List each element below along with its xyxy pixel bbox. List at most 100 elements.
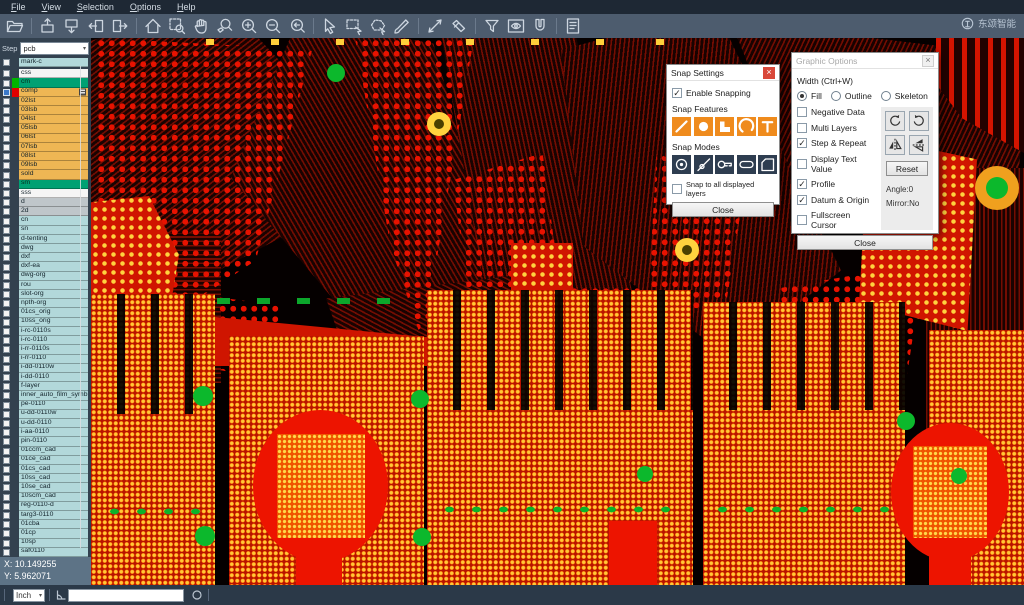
poly-select-button[interactable] xyxy=(366,15,390,37)
graphic-checkbox-fullscreen-cursor[interactable]: Fullscreen Cursor xyxy=(797,210,877,230)
layer-visibility-checkbox[interactable] xyxy=(3,549,10,556)
layer-row-dxf[interactable]: dxf xyxy=(0,253,91,262)
layer-row-07lsb[interactable]: 07lsb xyxy=(0,143,91,152)
zoom-poly-button[interactable] xyxy=(213,15,237,37)
layer-visibility-checkbox[interactable] xyxy=(3,328,10,335)
layer-visibility-checkbox[interactable] xyxy=(3,135,10,142)
layer-row-cm[interactable]: cm xyxy=(0,78,91,87)
layer-row-npth-org[interactable]: npth-org xyxy=(0,299,91,308)
layer-row-slot-org[interactable]: slot-org xyxy=(0,290,91,299)
open-file-button[interactable] xyxy=(3,15,27,37)
layer-visibility-checkbox[interactable] xyxy=(3,457,10,464)
layer-row-10scm_cad[interactable]: 10scm_cad xyxy=(0,493,91,502)
filter-button[interactable] xyxy=(480,15,504,37)
paint-brush-button[interactable] xyxy=(390,15,414,37)
reset-button[interactable]: Reset xyxy=(886,161,928,176)
measure-line-button[interactable] xyxy=(423,15,447,37)
snap-mode-tangent-button[interactable] xyxy=(694,155,713,174)
layer-row-u-dd-0110[interactable]: u-dd-0110 xyxy=(0,419,91,428)
layer-visibility-checkbox[interactable] xyxy=(3,530,10,537)
layer-row-05lsb[interactable]: 05lsb xyxy=(0,124,91,133)
step-dropdown[interactable]: pcb ▾ xyxy=(20,42,89,55)
graphic-checkbox-display-text-value[interactable]: Display Text Value xyxy=(797,154,877,174)
view-options-button[interactable] xyxy=(504,15,528,37)
layer-row-09lsb[interactable]: 09lsb xyxy=(0,161,91,170)
layer-row-10ss_orig[interactable]: 10ss_orig xyxy=(0,318,91,327)
layer-visibility-checkbox[interactable] xyxy=(3,466,10,473)
layer-row-sm[interactable]: sm xyxy=(0,180,91,189)
layer-visibility-checkbox[interactable] xyxy=(3,365,10,372)
layer-visibility-checkbox[interactable] xyxy=(3,153,10,160)
enable-snapping-checkbox[interactable]: ✓ Enable Snapping xyxy=(672,88,774,98)
zoom-out-button[interactable] xyxy=(261,15,285,37)
graphic-checkbox-datum-origin[interactable]: ✓Datum & Origin xyxy=(797,195,877,205)
snap-all-layers-checkbox[interactable]: Snap to all displayed layers xyxy=(672,180,774,198)
layer-visibility-checkbox[interactable] xyxy=(3,181,10,188)
layer-visibility-checkbox[interactable] xyxy=(3,236,10,243)
layer-row-i-rr-0110s[interactable]: i-rr-0110s xyxy=(0,345,91,354)
layer-row-i-rc-0110[interactable]: i-rc-0110 xyxy=(0,336,91,345)
snap-mode-contour-button[interactable] xyxy=(758,155,777,174)
layer-visibility-checkbox[interactable] xyxy=(3,126,10,133)
graphic-checkbox-step-repeat[interactable]: ✓Step & Repeat xyxy=(797,138,877,148)
layer-visibility-checkbox[interactable] xyxy=(3,420,10,427)
refresh-button[interactable] xyxy=(190,588,204,602)
layer-row-d-tenting[interactable]: d-tenting xyxy=(0,235,91,244)
layer-row-01ccm_cad[interactable]: 01ccm_cad xyxy=(0,447,91,456)
layer-row-01cp[interactable]: 01cp xyxy=(0,529,91,538)
layer-visibility-checkbox[interactable] xyxy=(3,264,10,271)
layer-row-01cba[interactable]: 01cba xyxy=(0,520,91,529)
layer-visibility-checkbox[interactable] xyxy=(3,475,10,482)
layer-row-cn[interactable]: cn xyxy=(0,216,91,225)
layer-visibility-checkbox[interactable] xyxy=(3,218,10,225)
eraser-button[interactable] xyxy=(447,15,471,37)
layer-visibility-checkbox[interactable] xyxy=(3,107,10,114)
layer-visibility-checkbox[interactable] xyxy=(3,80,10,87)
rotate-cw-button[interactable] xyxy=(885,111,905,131)
layer-visibility-checkbox[interactable] xyxy=(3,521,10,528)
layer-visibility-checkbox[interactable] xyxy=(3,448,10,455)
layer-visibility-checkbox[interactable] xyxy=(3,116,10,123)
layer-row-02lst[interactable]: 02lst xyxy=(0,97,91,106)
layer-row-dwg[interactable]: dwg xyxy=(0,244,91,253)
layer-row-2d[interactable]: 2d xyxy=(0,207,91,216)
layer-row-targ3-0110[interactable]: targ3-0110 xyxy=(0,511,91,520)
layer-row-10sp[interactable]: 10sp xyxy=(0,539,91,548)
arrow-right-box-button[interactable] xyxy=(108,15,132,37)
layer-row-10ss_cad[interactable]: 10ss_cad xyxy=(0,474,91,483)
layer-row-01cs_cad[interactable]: 01cs_cad xyxy=(0,465,91,474)
layer-list-scrollbar[interactable] xyxy=(80,66,81,548)
layer-visibility-checkbox[interactable] xyxy=(3,245,10,252)
mirror-horizontal-button[interactable] xyxy=(885,135,905,155)
layer-visibility-checkbox[interactable] xyxy=(3,70,10,77)
layer-visibility-checkbox[interactable] xyxy=(3,411,10,418)
layer-visibility-checkbox[interactable] xyxy=(3,503,10,510)
layer-visibility-checkbox[interactable] xyxy=(3,438,10,445)
zoom-in-button[interactable] xyxy=(237,15,261,37)
layer-row-dxf-ea[interactable]: dxf-ea xyxy=(0,262,91,271)
menu-options[interactable]: Options xyxy=(123,1,168,13)
layer-visibility-checkbox[interactable] xyxy=(3,429,10,436)
layer-row-pe-0110[interactable]: pe-0110 xyxy=(0,401,91,410)
layer-visibility-checkbox[interactable] xyxy=(3,484,10,491)
close-icon[interactable]: × xyxy=(763,67,775,79)
layer-row-inner_auto_film_symb[interactable]: inner_auto_film_symb xyxy=(0,391,91,400)
menu-help[interactable]: Help xyxy=(170,1,203,13)
layer-visibility-checkbox[interactable] xyxy=(3,540,10,547)
layer-visibility-checkbox[interactable] xyxy=(3,190,10,197)
layer-visibility-checkbox[interactable] xyxy=(3,512,10,519)
layer-visibility-checkbox[interactable] xyxy=(3,402,10,409)
layer-row-01cs_orig[interactable]: 01cs_orig xyxy=(0,308,91,317)
snap-mode-slot-button[interactable] xyxy=(737,155,756,174)
layer-row-sn[interactable]: sn xyxy=(0,226,91,235)
layer-row-comp[interactable]: comp xyxy=(0,88,91,97)
snap-feature-text-button[interactable] xyxy=(758,117,777,136)
layer-row-08lst[interactable]: 08lst xyxy=(0,152,91,161)
snap-magnet-button[interactable] xyxy=(528,15,552,37)
command-input[interactable] xyxy=(68,589,184,602)
layer-visibility-checkbox[interactable] xyxy=(3,199,10,206)
snap-mode-center-button[interactable] xyxy=(672,155,691,174)
layer-row-f-layer[interactable]: f-layer xyxy=(0,382,91,391)
layer-visibility-checkbox[interactable] xyxy=(3,282,10,289)
home-button[interactable] xyxy=(141,15,165,37)
